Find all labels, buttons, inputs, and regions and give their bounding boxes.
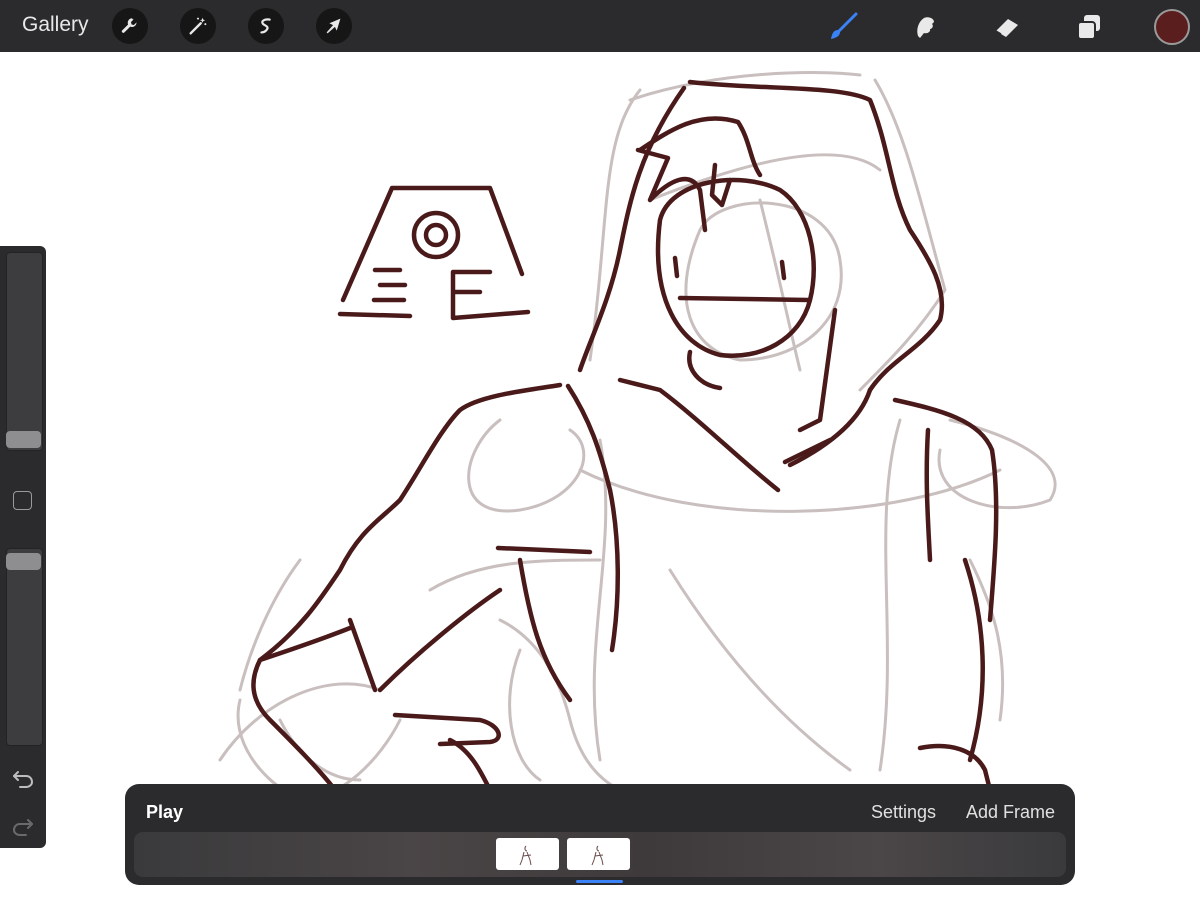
smudge-button[interactable] xyxy=(908,10,942,44)
opacity-slider[interactable] xyxy=(6,548,43,746)
brush-size-thumb[interactable] xyxy=(6,431,41,448)
transform-button[interactable] xyxy=(316,8,352,44)
selected-frame-indicator xyxy=(576,880,623,883)
actions-button[interactable] xyxy=(112,8,148,44)
frame-1-preview xyxy=(519,845,532,866)
brush-icon xyxy=(831,12,858,39)
redo-icon[interactable] xyxy=(11,814,35,838)
selection-icon xyxy=(260,18,271,34)
eraser-button[interactable] xyxy=(990,10,1024,44)
frame-2-preview xyxy=(591,845,604,866)
modify-square-icon[interactable] xyxy=(13,491,32,510)
smudge-icon xyxy=(917,17,934,38)
adjustments-button[interactable] xyxy=(180,8,216,44)
frame-thumbnail-1[interactable] xyxy=(496,838,559,870)
add-frame-button[interactable]: Add Frame xyxy=(966,802,1055,823)
animation-assist-panel: Play Settings Add Frame xyxy=(125,784,1075,885)
left-sidebar xyxy=(0,246,46,848)
color-picker-button[interactable] xyxy=(1154,9,1190,45)
frame-timeline[interactable] xyxy=(134,832,1066,877)
brush-size-slider[interactable] xyxy=(6,252,43,451)
top-toolbar: Gallery xyxy=(0,0,1200,52)
eraser-icon xyxy=(995,19,1018,37)
undo-icon[interactable] xyxy=(11,766,35,790)
layers-button[interactable] xyxy=(1072,10,1106,44)
selection-button[interactable] xyxy=(248,8,284,44)
frame-thumbnail-2[interactable] xyxy=(567,838,630,870)
drawing-canvas[interactable] xyxy=(0,52,1200,900)
current-frame-strokes xyxy=(251,79,999,793)
magic-wand-icon xyxy=(189,17,207,35)
transform-arrow-icon xyxy=(326,18,341,34)
play-button[interactable]: Play xyxy=(146,802,183,823)
settings-button[interactable]: Settings xyxy=(871,802,936,823)
opacity-thumb[interactable] xyxy=(6,553,41,570)
brush-button[interactable] xyxy=(826,10,860,44)
layers-icon xyxy=(1077,15,1100,40)
wrench-icon xyxy=(121,18,137,33)
gallery-button[interactable]: Gallery xyxy=(22,13,89,37)
